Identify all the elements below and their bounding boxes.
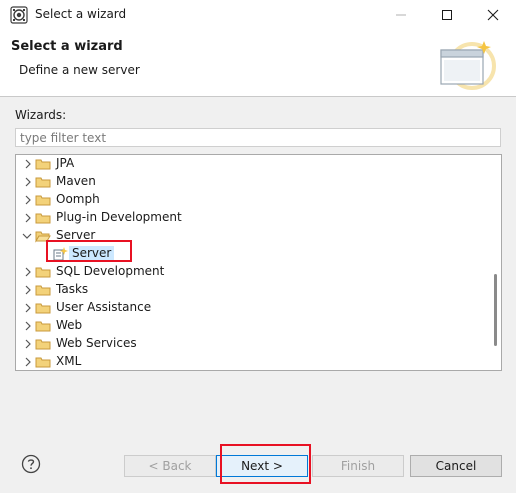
chevron-down-icon[interactable] <box>22 230 32 242</box>
close-icon <box>487 9 499 21</box>
folder-icon <box>35 285 51 296</box>
maximize-icon <box>442 10 452 20</box>
header-title: Select a wizard <box>11 39 123 54</box>
annotation-box-next <box>220 444 311 484</box>
close-button[interactable] <box>470 0 516 30</box>
folder-icon <box>35 339 51 350</box>
tree-item-label: Web <box>56 318 83 332</box>
tree-item-label: Plug-in Development <box>56 210 182 224</box>
tree-scrollbar[interactable] <box>492 156 500 369</box>
chevron-right-icon[interactable] <box>23 266 33 278</box>
folder-icon <box>35 321 51 332</box>
tree-item-sql-development[interactable]: SQL Development <box>16 263 486 281</box>
tree-item-maven[interactable]: Maven <box>16 173 486 191</box>
tree-item-tasks[interactable]: Tasks <box>16 281 486 299</box>
chevron-right-icon[interactable] <box>23 284 33 296</box>
cancel-button[interactable]: Cancel <box>410 455 502 477</box>
window-title: Select a wizard <box>35 7 127 21</box>
scroll-thumb[interactable] <box>494 274 497 346</box>
folder-icon <box>35 357 51 368</box>
back-button[interactable]: < Back <box>124 455 216 477</box>
chevron-right-icon[interactable] <box>23 158 33 170</box>
minimize-button[interactable] <box>378 0 424 30</box>
tree-item-label: Tasks <box>56 282 89 296</box>
chevron-right-icon[interactable] <box>23 338 33 350</box>
folder-icon <box>35 213 51 224</box>
folder-icon <box>35 177 51 188</box>
tree-item-web-services[interactable]: Web Services <box>16 335 486 353</box>
wizard-header: Select a wizard Define a new server <box>0 30 516 96</box>
chevron-right-icon[interactable] <box>23 212 33 224</box>
chevron-right-icon[interactable] <box>23 194 33 206</box>
tree-item-web[interactable]: Web <box>16 317 486 335</box>
tree-item-jpa[interactable]: JPA <box>16 155 486 173</box>
chevron-right-icon[interactable] <box>23 302 33 314</box>
tree-item-plugin-development[interactable]: Plug-in Development <box>16 209 486 227</box>
new-wizard-icon <box>440 41 496 90</box>
title-bar: Select a wizard <box>0 0 516 30</box>
eclipse-icon <box>10 6 28 24</box>
annotation-box-server <box>46 240 132 262</box>
tree-item-xml[interactable]: XML <box>16 353 486 370</box>
folder-icon <box>35 195 51 206</box>
filter-input[interactable] <box>15 128 501 147</box>
tree-item-oomph[interactable]: Oomph <box>16 191 486 209</box>
tree-item-label: Web Services <box>56 336 137 350</box>
minimize-icon <box>396 14 406 16</box>
tree-item-label: JPA <box>56 156 75 170</box>
chevron-right-icon[interactable] <box>23 176 33 188</box>
folder-icon <box>35 159 51 170</box>
tree-item-label: User Assistance <box>56 300 152 314</box>
maximize-button[interactable] <box>424 0 470 30</box>
wizard-tree[interactable]: JPA Maven Oomph Plug-in Development Serv… <box>15 154 502 371</box>
folder-icon <box>35 303 51 314</box>
chevron-right-icon[interactable] <box>23 356 33 368</box>
tree-item-label: XML <box>56 354 82 368</box>
tree-item-label: Oomph <box>56 192 100 206</box>
tree-item-label: SQL Development <box>56 264 165 278</box>
wizard-content: Wizards: JPA Maven Oomph Plug-in Develop… <box>0 97 516 443</box>
tree-item-user-assistance[interactable]: User Assistance <box>16 299 486 317</box>
tree-item-label: Maven <box>56 174 96 188</box>
finish-button[interactable]: Finish <box>312 455 404 477</box>
help-icon[interactable] <box>21 454 41 474</box>
folder-icon <box>35 267 51 278</box>
chevron-right-icon[interactable] <box>23 320 33 332</box>
header-description: Define a new server <box>19 63 140 77</box>
wizards-label: Wizards: <box>15 108 67 122</box>
